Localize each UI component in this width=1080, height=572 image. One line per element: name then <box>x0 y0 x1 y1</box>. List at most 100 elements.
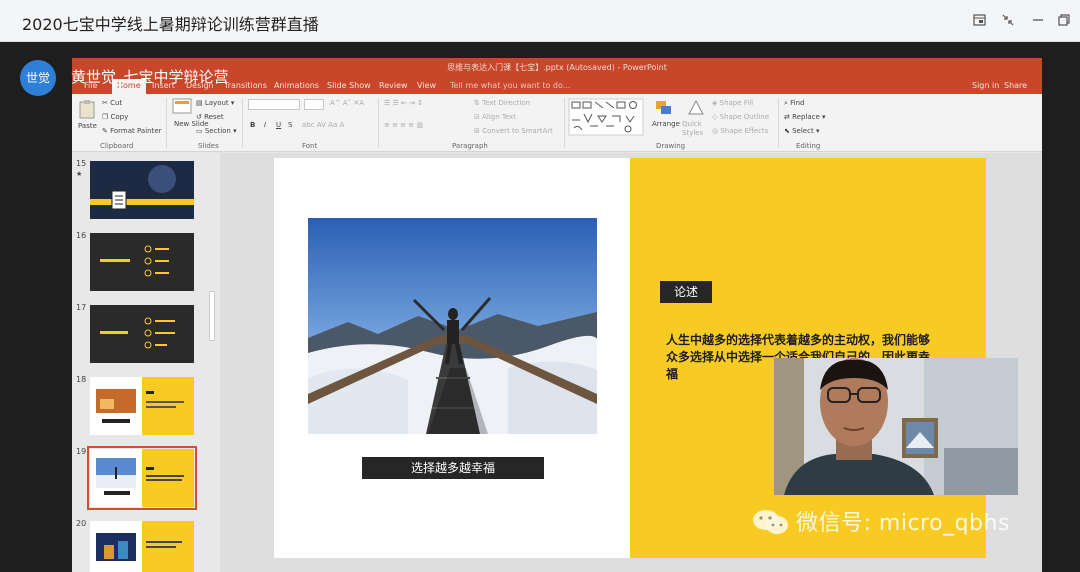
font-group-label: Font <box>302 142 318 150</box>
paste-icon[interactable] <box>78 99 96 119</box>
arrange-button[interactable]: Arrange <box>652 120 680 128</box>
slide-thumbnail-20[interactable] <box>90 521 194 572</box>
new-slide-icon[interactable] <box>172 98 192 116</box>
cursor-icon: ⬉ <box>784 127 790 135</box>
shape-outline-label: Shape Outline <box>719 113 770 121</box>
tab-view[interactable]: View <box>417 81 436 90</box>
search-icon: ⌕ <box>784 99 788 107</box>
clipboard-group-label: Clipboard <box>100 142 134 150</box>
slide-thumbnail-18[interactable] <box>90 377 194 435</box>
wechat-watermark: 微信号: micro_qbhs <box>752 505 1010 542</box>
copy-label: Copy <box>110 113 129 121</box>
restore-icon[interactable] <box>1056 13 1072 29</box>
minimize-icon[interactable] <box>1030 13 1046 29</box>
paste-button[interactable]: Paste <box>78 122 97 130</box>
section-button[interactable]: ▭ Section ▾ <box>196 127 237 135</box>
thumb-number: 17 <box>76 303 87 312</box>
convert-smartart-button[interactable]: ⊞ Convert to SmartArt <box>474 127 553 135</box>
app-title-bar: 2020七宝中学线上暑期辩论训练营群直播 <box>0 0 1080 42</box>
copy-button[interactable]: ❐ Copy <box>102 113 128 121</box>
format-painter-button[interactable]: ✎ Format Painter <box>102 127 162 135</box>
align-text-icon: ⊟ <box>474 113 480 121</box>
fill-icon: ◈ <box>712 99 718 107</box>
outline-icon: ◇ <box>712 113 718 121</box>
slide-thumbnail-15[interactable] <box>90 161 194 219</box>
convert-smartart-label: Convert to SmartArt <box>482 127 553 135</box>
slide-thumbnail-19[interactable] <box>87 446 197 510</box>
underline-button[interactable]: U <box>276 121 281 129</box>
arrange-icon[interactable] <box>654 99 674 117</box>
find-button[interactable]: ⌕ Find <box>784 99 805 108</box>
slides-group-label: Slides <box>198 142 219 150</box>
shadow-button[interactable]: S <box>288 121 292 129</box>
find-label: Find <box>790 99 805 107</box>
thumb-number: 15 <box>76 159 87 168</box>
transition-star-icon: ★ <box>76 170 83 178</box>
tab-transitions[interactable]: Transitions <box>224 81 267 90</box>
brush-icon: ✎ <box>102 127 108 135</box>
slide-photo[interactable] <box>308 218 597 434</box>
wechat-icon <box>752 508 790 542</box>
tab-slide-show[interactable]: Slide Show <box>327 81 371 90</box>
webcam-video[interactable] <box>774 358 1018 495</box>
drawing-group-label: Drawing <box>656 142 686 150</box>
popout-icon[interactable] <box>972 13 988 29</box>
font-color-icon[interactable]: abc AV Aa A <box>302 121 344 129</box>
slide-caption: 选择越多越幸福 <box>362 457 544 479</box>
thumbnail-scrollbar[interactable] <box>209 291 215 341</box>
select-button[interactable]: ⬉ Select ▾ <box>784 127 819 135</box>
slide-thumbnail-17[interactable] <box>90 305 194 363</box>
shape-fill-button[interactable]: ◈ Shape Fill <box>712 99 753 107</box>
editing-group-label: Editing <box>796 142 821 150</box>
shape-effects-label: Shape Effects <box>720 127 769 135</box>
cut-icon: ✂ <box>102 99 108 107</box>
sign-in-link[interactable]: Sign in <box>972 81 999 90</box>
tab-animations[interactable]: Animations <box>274 81 319 90</box>
text-direction-icon: ⇅ <box>474 99 480 107</box>
presenter-name: 黄世觉_七宝中学辩论营 <box>71 68 229 86</box>
quick-styles-icon[interactable] <box>686 99 706 117</box>
align-text-label: Align Text <box>482 113 517 121</box>
text-direction-button[interactable]: ⇅ Text Direction <box>474 99 530 107</box>
copy-icon: ❐ <box>102 113 109 121</box>
slide-thumbnail-16[interactable] <box>90 233 194 291</box>
shape-effects-button[interactable]: ◎ Shape Effects <box>712 127 768 135</box>
align-text-button[interactable]: ⊟ Align Text <box>474 113 516 121</box>
replace-icon: ⇄ <box>784 113 790 121</box>
shape-outline-button[interactable]: ◇ Shape Outline <box>712 113 769 121</box>
tab-review[interactable]: Review <box>379 81 408 90</box>
tell-me-search[interactable]: Tell me what you want to do... <box>450 81 570 90</box>
quick-styles-button[interactable]: Quick Styles <box>682 120 708 138</box>
collapse-icon[interactable] <box>1000 13 1016 29</box>
section-icon: ▭ <box>196 127 203 135</box>
watermark-text: 微信号: micro_qbhs <box>796 511 1010 536</box>
app-title: 2020七宝中学线上暑期辩论训练营群直播 <box>22 15 319 34</box>
cut-label: Cut <box>110 99 123 107</box>
presenter-avatar[interactable]: 世觉 <box>20 60 56 96</box>
ribbon-separator <box>564 98 565 148</box>
replace-button[interactable]: ⇄ Replace ▾ <box>784 113 826 121</box>
align-icon[interactable]: ≡ ≡ ≡ ≡ ▥ <box>384 121 423 129</box>
effects-icon: ◎ <box>712 127 719 135</box>
thumb-number: 20 <box>76 519 87 528</box>
shapes-gallery-icon[interactable] <box>568 98 644 136</box>
ribbon-home: Paste ✂ Cut ❐ Copy ✎ Format Painter Clip… <box>72 94 1042 152</box>
thumb-number: 19 <box>76 447 87 456</box>
paragraph-group-label: Paragraph <box>452 142 488 150</box>
italic-button[interactable]: I <box>264 121 266 129</box>
bold-button[interactable]: B <box>250 121 255 129</box>
cut-button[interactable]: ✂ Cut <box>102 99 122 107</box>
layout-label: Layout <box>204 99 229 107</box>
font-size-input[interactable] <box>304 99 324 110</box>
share-button[interactable]: Share <box>1004 81 1027 90</box>
reset-button[interactable]: ↺ Reset <box>196 113 224 121</box>
bullets-icon[interactable]: ☰ ☰ ⇤ ⇥ ↕ <box>384 99 423 107</box>
thumb-number: 18 <box>76 375 87 384</box>
font-grow-icon[interactable]: A^ A˅ ✕A <box>330 99 364 107</box>
layout-button[interactable]: ▤ Layout ▾ <box>196 99 234 107</box>
replace-label: Replace <box>792 113 820 121</box>
font-name-input[interactable] <box>248 99 300 110</box>
slide-label: 论述 <box>660 281 712 303</box>
format-painter-label: Format Painter <box>110 127 162 135</box>
ribbon-separator <box>166 98 167 148</box>
